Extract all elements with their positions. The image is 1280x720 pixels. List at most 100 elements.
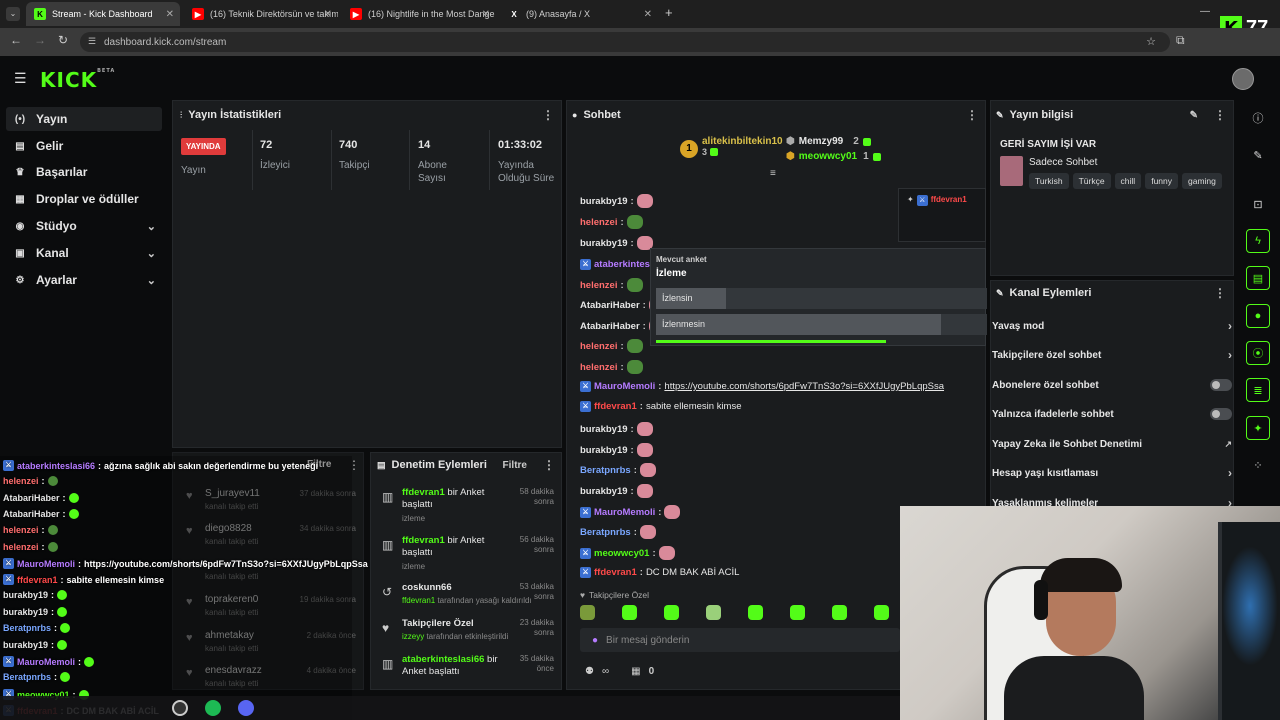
more-options-icon[interactable]: ⋮ xyxy=(1214,108,1226,122)
emote-quick-icon[interactable] xyxy=(748,605,763,620)
toggle-switch[interactable] xyxy=(1210,379,1232,391)
tab-search-button[interactable]: ⌄ xyxy=(6,7,20,21)
emote-quick-icon[interactable] xyxy=(790,605,805,620)
chat-username[interactable]: burakby19 xyxy=(580,445,628,456)
people-icon[interactable]: ⚉ xyxy=(585,666,594,677)
chat-username[interactable]: meowwcy01 xyxy=(594,548,649,559)
emote-quick-icon[interactable] xyxy=(706,605,721,620)
site-info-icon[interactable]: ☰ xyxy=(88,36,96,47)
close-tab-icon[interactable]: ✕ xyxy=(324,9,332,20)
edit-icon[interactable]: ✎ xyxy=(1246,143,1270,167)
kick-logo[interactable]: KICKBETA xyxy=(40,68,115,92)
chat-username[interactable]: burakby19 xyxy=(580,196,628,207)
chat-username[interactable]: burakby19 xyxy=(580,486,628,497)
notes-icon[interactable]: ▤ xyxy=(1246,266,1270,290)
chat-username[interactable]: helenzei xyxy=(580,362,618,373)
chat-username[interactable]: ffdevran1 xyxy=(594,401,637,412)
back-icon[interactable]: ← xyxy=(10,33,22,47)
emote-quick-icon[interactable] xyxy=(832,605,847,620)
chat-username[interactable]: MauroMemoli xyxy=(594,381,655,392)
stream-tag[interactable]: Türkçe xyxy=(1072,173,1111,189)
tab-youtube-2[interactable]: ▶ (16) Nightlife in the Most Dange ✕ xyxy=(342,2,496,26)
chat-username[interactable]: burakby19 xyxy=(580,424,628,435)
gift-box-icon[interactable]: ▦ xyxy=(631,666,640,677)
poll-option-1[interactable]: İzlensin xyxy=(656,288,987,309)
more-options-icon[interactable]: ⋮ xyxy=(1214,286,1226,300)
sidebar-item-droplar[interactable]: ▦ Droplar ve ödüller xyxy=(6,187,162,211)
channel-action-item[interactable]: Yavaş mod › xyxy=(992,318,1232,334)
stream-tag[interactable]: chill xyxy=(1114,173,1142,189)
mod-action-user[interactable]: Takipçilere Özel xyxy=(402,618,474,629)
chat-icon[interactable]: ● xyxy=(1246,304,1270,328)
tools-icon[interactable]: ✦ xyxy=(1246,416,1270,440)
chat-input[interactable]: ● Bir mesaj gönderin xyxy=(580,628,900,652)
chat-username[interactable]: helenzei xyxy=(580,341,618,352)
broadcast-icon[interactable]: ⦿ xyxy=(1246,341,1270,365)
user-avatar[interactable] xyxy=(1232,68,1254,90)
minimize-icon[interactable]: — xyxy=(1200,6,1210,17)
mod-action-user[interactable]: ffdevran1 xyxy=(402,535,445,546)
obs-icon[interactable] xyxy=(172,700,188,716)
sidebar-item-studyo[interactable]: ◉ Stüdyo ⌄ xyxy=(6,214,162,238)
category-name[interactable]: Sadece Sohbet xyxy=(1029,157,1097,168)
emote-quick-icon[interactable] xyxy=(622,605,637,620)
sliders-icon[interactable]: ≣ xyxy=(1246,378,1270,402)
discord-icon[interactable] xyxy=(238,700,254,716)
sidebar-item-yayin[interactable]: (•) Yayın xyxy=(6,107,162,131)
chat-text[interactable]: https://youtube.com/shorts/6pdFw7TnS3o?s… xyxy=(664,381,944,392)
channel-action-item[interactable]: Abonelere özel sohbet xyxy=(992,377,1232,393)
apps-icon[interactable]: ⁘ xyxy=(1246,453,1270,477)
emote-quick-icon[interactable] xyxy=(874,605,889,620)
chat-username[interactable]: AtabariHaber xyxy=(580,321,640,332)
new-tab-button[interactable]: + xyxy=(665,5,673,20)
chat-username[interactable]: helenzei xyxy=(580,217,618,228)
chat-username[interactable]: helenzei xyxy=(580,280,618,291)
chat-username[interactable]: Beratpnrbs xyxy=(580,527,631,538)
chat-username[interactable]: ffdevran1 xyxy=(594,567,637,578)
url-bar[interactable]: ☰ dashboard.kick.com/stream ☆ xyxy=(80,32,1170,52)
sidebar-item-gelir[interactable]: ▤ Gelir xyxy=(6,134,162,158)
lightning-icon[interactable]: ϟ xyxy=(1246,229,1270,253)
microphone-icon[interactable]: ● xyxy=(592,635,598,646)
stream-tag[interactable]: Turkish xyxy=(1029,173,1069,189)
channel-action-item[interactable]: Takipçilere özel sohbet › xyxy=(992,347,1232,363)
sidebar-item-basarilar[interactable]: ♛ Başarılar xyxy=(6,160,162,184)
more-options-icon[interactable]: ⋮ xyxy=(966,108,978,122)
close-tab-icon[interactable]: ✕ xyxy=(166,9,174,20)
info-icon[interactable]: ⓘ xyxy=(1246,106,1270,130)
pinned-message[interactable]: ✦ ⚔ ffdevran1 xyxy=(898,188,986,242)
mod-action-sub-user[interactable]: ffdevran1 xyxy=(402,596,435,605)
sidebar-item-kanal[interactable]: ▣ Kanal ⌄ xyxy=(6,241,162,265)
poll-option-2[interactable]: İzlenmesin xyxy=(656,314,987,335)
mod-filter-button[interactable]: Filtre xyxy=(503,460,527,471)
more-options-icon[interactable]: ⋮ xyxy=(542,108,554,122)
stream-tag[interactable]: funny xyxy=(1145,173,1178,189)
channel-action-item[interactable]: Yapay Zeka ile Sohbet Denetimi ↗ xyxy=(992,436,1232,452)
stream-tag[interactable]: gaming xyxy=(1182,173,1222,189)
extensions-icon[interactable]: ⧉ xyxy=(1176,33,1185,48)
reload-icon[interactable]: ↻ xyxy=(58,33,68,47)
tab-kick-dashboard[interactable]: K Stream - Kick Dashboard ✕ xyxy=(26,2,180,26)
channel-action-item[interactable]: Yalnızca ifadelerle sohbet xyxy=(992,406,1232,422)
tab-youtube-1[interactable]: ▶ (16) Teknik Direktörsün ve takım ✕ xyxy=(184,2,338,26)
mod-action-user[interactable]: ffdevran1 xyxy=(402,487,445,498)
collapse-icon[interactable]: ≡ xyxy=(770,168,776,179)
chat-username[interactable]: AtabariHaber xyxy=(580,300,640,311)
chat-username[interactable]: Beratpnrbs xyxy=(580,465,631,476)
bookmark-star-icon[interactable]: ☆ xyxy=(1146,35,1156,48)
spotify-icon[interactable] xyxy=(205,700,221,716)
tab-x[interactable]: X (9) Anasayfa / X ✕ xyxy=(500,2,658,26)
edit-icon[interactable]: ✎ xyxy=(1190,110,1198,121)
emote-quick-icon[interactable] xyxy=(664,605,679,620)
close-tab-icon[interactable]: ✕ xyxy=(644,9,652,20)
close-tab-icon[interactable]: ✕ xyxy=(482,9,490,20)
channel-action-item[interactable]: Hesap yaşı kısıtlaması › xyxy=(992,465,1232,481)
mod-action-user[interactable]: coskunn66 xyxy=(402,582,452,593)
toggle-switch[interactable] xyxy=(1210,408,1232,420)
forward-icon[interactable]: → xyxy=(34,33,46,47)
chat-username[interactable]: MauroMemoli xyxy=(594,507,655,518)
mod-action-sub-user[interactable]: izzeyy xyxy=(402,632,424,641)
chat-username[interactable]: burakby19 xyxy=(580,238,628,249)
more-options-icon[interactable]: ⋮ xyxy=(543,458,555,472)
sidebar-item-ayarlar[interactable]: ⚙ Ayarlar ⌄ xyxy=(6,268,162,292)
